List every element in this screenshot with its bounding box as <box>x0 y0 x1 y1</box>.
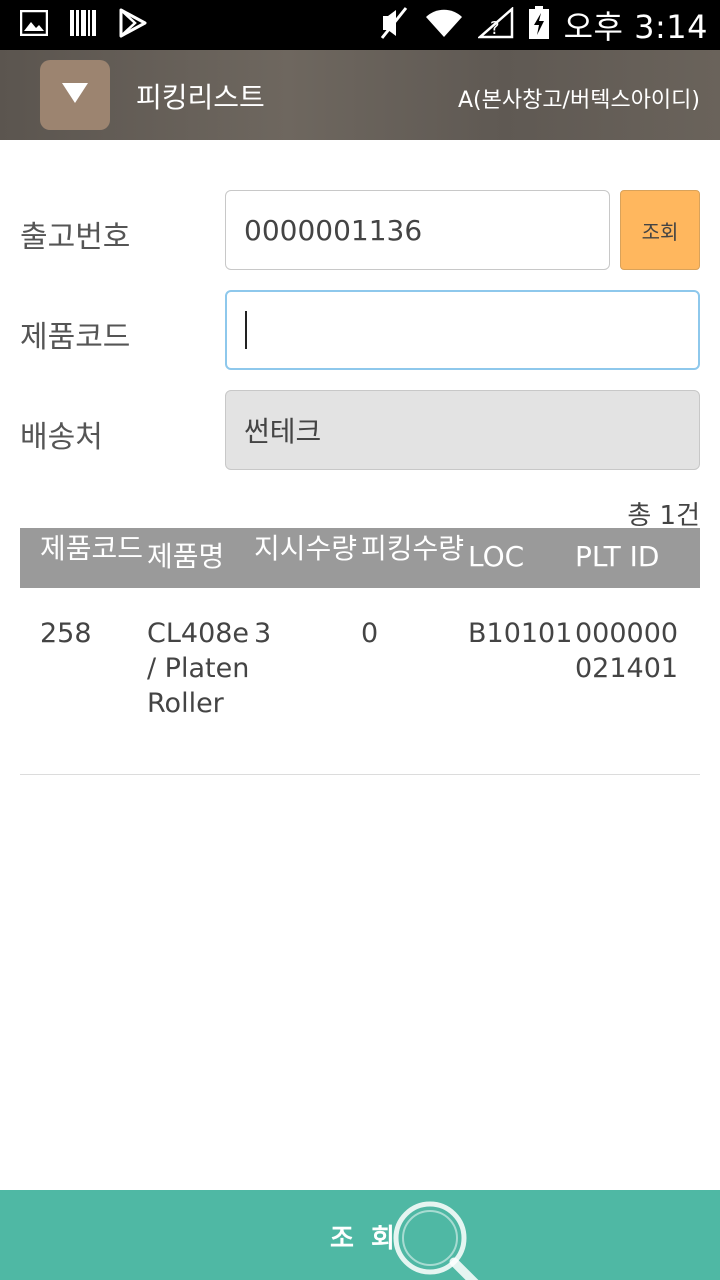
column-header-order-qty: 지시수량 <box>254 532 358 565</box>
image-icon <box>19 9 49 40</box>
status-bar-left <box>19 8 148 42</box>
column-header-product-name: 제품명 <box>147 540 225 573</box>
search-button[interactable]: 조 회 <box>0 1190 720 1280</box>
menu-button[interactable] <box>40 60 110 130</box>
warehouse-label: A(본사창고/버텍스아이디) <box>457 88 700 113</box>
cell-order-qty: 3 <box>254 618 272 649</box>
lookup-button[interactable]: 조회 <box>620 190 700 270</box>
status-bar-right: ? 오후 3:14 <box>380 6 708 46</box>
cell-plt-id: 000000021401 <box>575 618 679 684</box>
cell-picking-qty: 0 <box>361 618 379 649</box>
destination-value: 썬테크 <box>244 415 322 448</box>
status-time: 오후 3:14 <box>563 8 708 46</box>
total-count: 총 1건 <box>627 501 700 531</box>
shipment-number-label: 출고번호 <box>20 220 131 255</box>
magnifier-icon <box>388 1196 498 1280</box>
product-code-input[interactable] <box>225 290 700 370</box>
cell-loc: B10101 <box>468 618 573 649</box>
barcode-icon <box>70 8 96 42</box>
column-header-loc: LOC <box>468 540 525 573</box>
play-store-icon <box>118 8 148 42</box>
triangle-down-icon <box>60 81 90 109</box>
page-title: 피킹리스트 <box>136 81 265 114</box>
destination-label: 배송처 <box>20 420 103 455</box>
shipment-number-value: 0000001136 <box>244 213 423 247</box>
cell-product-name: CL408e / PlatenRoller <box>147 618 250 719</box>
destination-field: 썬테크 <box>225 390 700 470</box>
shipment-number-input[interactable]: 0000001136 <box>225 190 610 270</box>
column-header-plt-id: PLT ID <box>575 540 660 573</box>
battery-charging-icon <box>528 6 550 44</box>
wifi-icon <box>424 7 464 43</box>
mute-icon <box>380 6 410 44</box>
search-button-label: 조 회 <box>330 1224 399 1254</box>
text-cursor <box>245 311 247 349</box>
svg-text:?: ? <box>490 18 500 39</box>
app-header: 피킹리스트 A(본사창고/버텍스아이디) <box>0 50 720 140</box>
product-code-label: 제품코드 <box>20 320 131 355</box>
cell-product-code: 258 <box>40 618 92 649</box>
no-signal-icon: ? <box>476 6 514 43</box>
column-header-product-code: 제품코드 <box>40 532 144 565</box>
column-header-picking-qty: 피킹수량 <box>361 532 465 565</box>
table-row[interactable]: 258 CL408e / PlatenRoller 3 0 B10101 000… <box>20 588 700 775</box>
table-header: 제품코드 제품명 지시수량 피킹수량 LOC PLT ID <box>20 528 700 588</box>
status-bar: ? 오후 3:14 <box>0 0 720 50</box>
